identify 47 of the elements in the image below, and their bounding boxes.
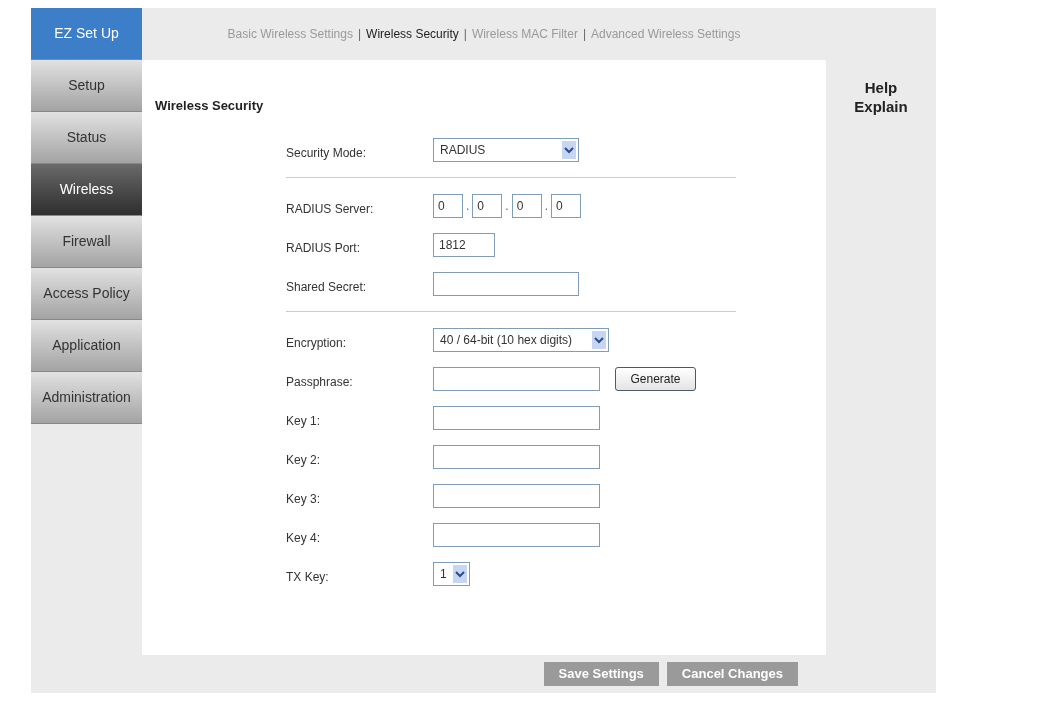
sidebar-item[interactable]: Administration [31, 372, 142, 424]
field-label: Key 4: [286, 529, 322, 547]
input-field[interactable]: 1812 [433, 232, 495, 257]
tab-separator: | [463, 26, 467, 43]
dropdown[interactable]: RADIUS [433, 137, 579, 162]
field-label: RADIUS Server: [286, 200, 375, 218]
input-field[interactable]: 0 [511, 193, 542, 218]
field-label: Key 2: [286, 451, 322, 469]
field-label: RADIUS Port: [286, 239, 361, 257]
sidebar-item[interactable]: Wireless [31, 164, 142, 216]
dot-separator: . [544, 197, 549, 215]
dropdown[interactable]: 40 / 64-bit (10 hex digits) [433, 327, 609, 352]
help-title: Help [864, 78, 898, 97]
input-field[interactable] [433, 271, 579, 296]
input-field[interactable] [433, 522, 600, 547]
input-field[interactable] [433, 366, 600, 391]
tab-link[interactable]: Wireless Security [366, 25, 459, 43]
input-field[interactable] [433, 405, 600, 430]
field-label: Key 3: [286, 490, 322, 508]
field-label: Security Mode: [286, 144, 368, 162]
generate-button[interactable]: Generate [615, 366, 696, 391]
input-field[interactable]: 0 [551, 193, 582, 218]
tab-separator: | [357, 26, 362, 43]
sidebar-item[interactable]: EZ Set Up [31, 8, 142, 60]
sidebar-item[interactable]: Access Policy [31, 268, 142, 320]
field-label: TX Key: [286, 568, 330, 586]
dot-separator: . [505, 197, 509, 215]
input-field[interactable] [433, 444, 600, 469]
dot-separator: . [466, 197, 470, 215]
tab-separator: | [582, 26, 586, 43]
sidebar-item[interactable]: Application [31, 320, 142, 372]
sidebar-item[interactable]: Firewall [31, 216, 142, 268]
field-label: Encryption: [286, 334, 348, 352]
field-label: Passphrase: [286, 373, 354, 391]
dropdown[interactable]: 1 [433, 561, 470, 586]
input-field[interactable]: 0 [433, 193, 463, 218]
input-field[interactable]: 0 [472, 193, 503, 218]
field-label: Key 1: [286, 412, 322, 430]
chevron-down-icon [592, 330, 606, 349]
help-subtitle: Explain [854, 97, 908, 116]
chevron-down-icon [453, 564, 467, 583]
section-title: Wireless Security [155, 97, 264, 115]
chevron-down-icon [562, 140, 576, 159]
input-field[interactable] [433, 483, 600, 508]
sidebar-item[interactable]: Status [31, 112, 142, 164]
sidebar-item[interactable]: Setup [31, 60, 142, 112]
field-label: Shared Secret: [286, 278, 368, 296]
